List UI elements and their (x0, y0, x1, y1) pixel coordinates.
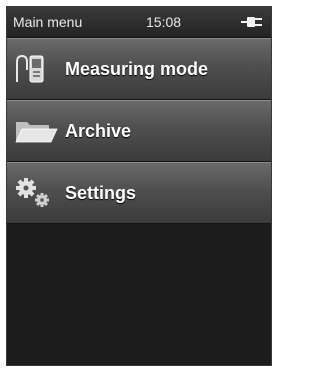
gears-icon (16, 178, 49, 207)
menu-item-archive[interactable]: Archive (7, 100, 271, 162)
measuring-device-icon (16, 54, 44, 83)
folder-icon (15, 122, 58, 143)
device-screen: Main menu 15:08 Measuring mode Archive S… (6, 6, 272, 366)
status-bar: Main menu 15:08 (7, 7, 271, 38)
menu-item-measuring-mode[interactable]: Measuring mode (7, 38, 271, 100)
empty-content-area (7, 227, 271, 365)
status-time: 15:08 (146, 14, 182, 30)
menu-item-settings[interactable]: Settings (7, 162, 271, 224)
plug-icon (241, 17, 262, 27)
status-title: Main menu (13, 14, 83, 30)
menu-item-label: Archive (65, 121, 132, 141)
menu-item-label: Settings (65, 183, 137, 203)
menu-item-label: Measuring mode (65, 59, 209, 79)
